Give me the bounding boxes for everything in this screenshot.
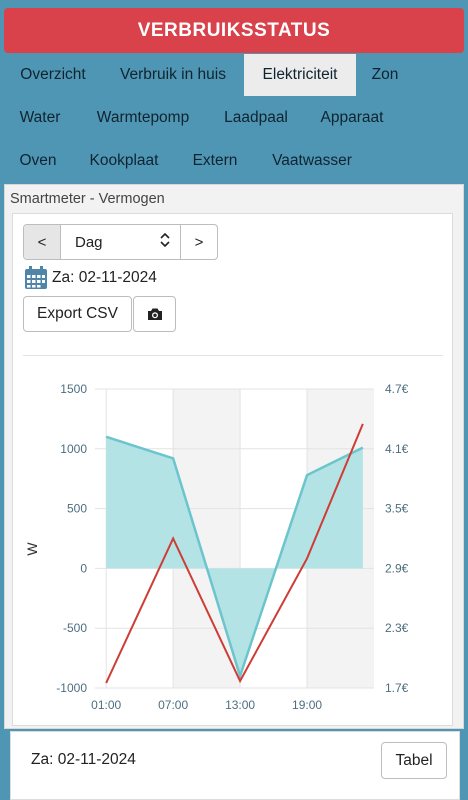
table-date: Za: 02-11-2024 [31, 751, 136, 768]
x-tick-label: 07:00 [158, 698, 188, 712]
y-right-tick-label: 2.3€ [385, 621, 409, 635]
power-chart: 1500 1000 500 0 -500 -1000 4.7€ 4.1€ 3.5€ 2.9€ 2.3… [24, 382, 409, 712]
y-left-tick-label: 1000 [60, 442, 87, 456]
x-tick-label: 19:00 [292, 698, 322, 712]
y-left-tick-label: 0 [80, 561, 87, 575]
y-axis-label: W [24, 542, 40, 556]
y-right-tick-label: 4.1€ [385, 442, 409, 456]
y-left-tick-label: 1500 [60, 382, 87, 396]
y-right-tick-label: 3.5€ [385, 502, 409, 516]
y-left-tick-label: -500 [63, 621, 87, 635]
y-right-tick-label: 1.7€ [385, 681, 409, 695]
y-right-tick-label: 4.7€ [385, 382, 409, 396]
table-button[interactable]: Tabel [381, 742, 447, 779]
y-left-tick-label: 500 [67, 502, 87, 516]
table-panel: Za: 02-11-2024 Tabel [10, 731, 460, 800]
y-right-tick-label: 2.9€ [385, 561, 409, 575]
y-left-tick-label: -1000 [56, 681, 87, 695]
x-tick-label: 01:00 [91, 698, 121, 712]
x-tick-label: 13:00 [225, 698, 255, 712]
